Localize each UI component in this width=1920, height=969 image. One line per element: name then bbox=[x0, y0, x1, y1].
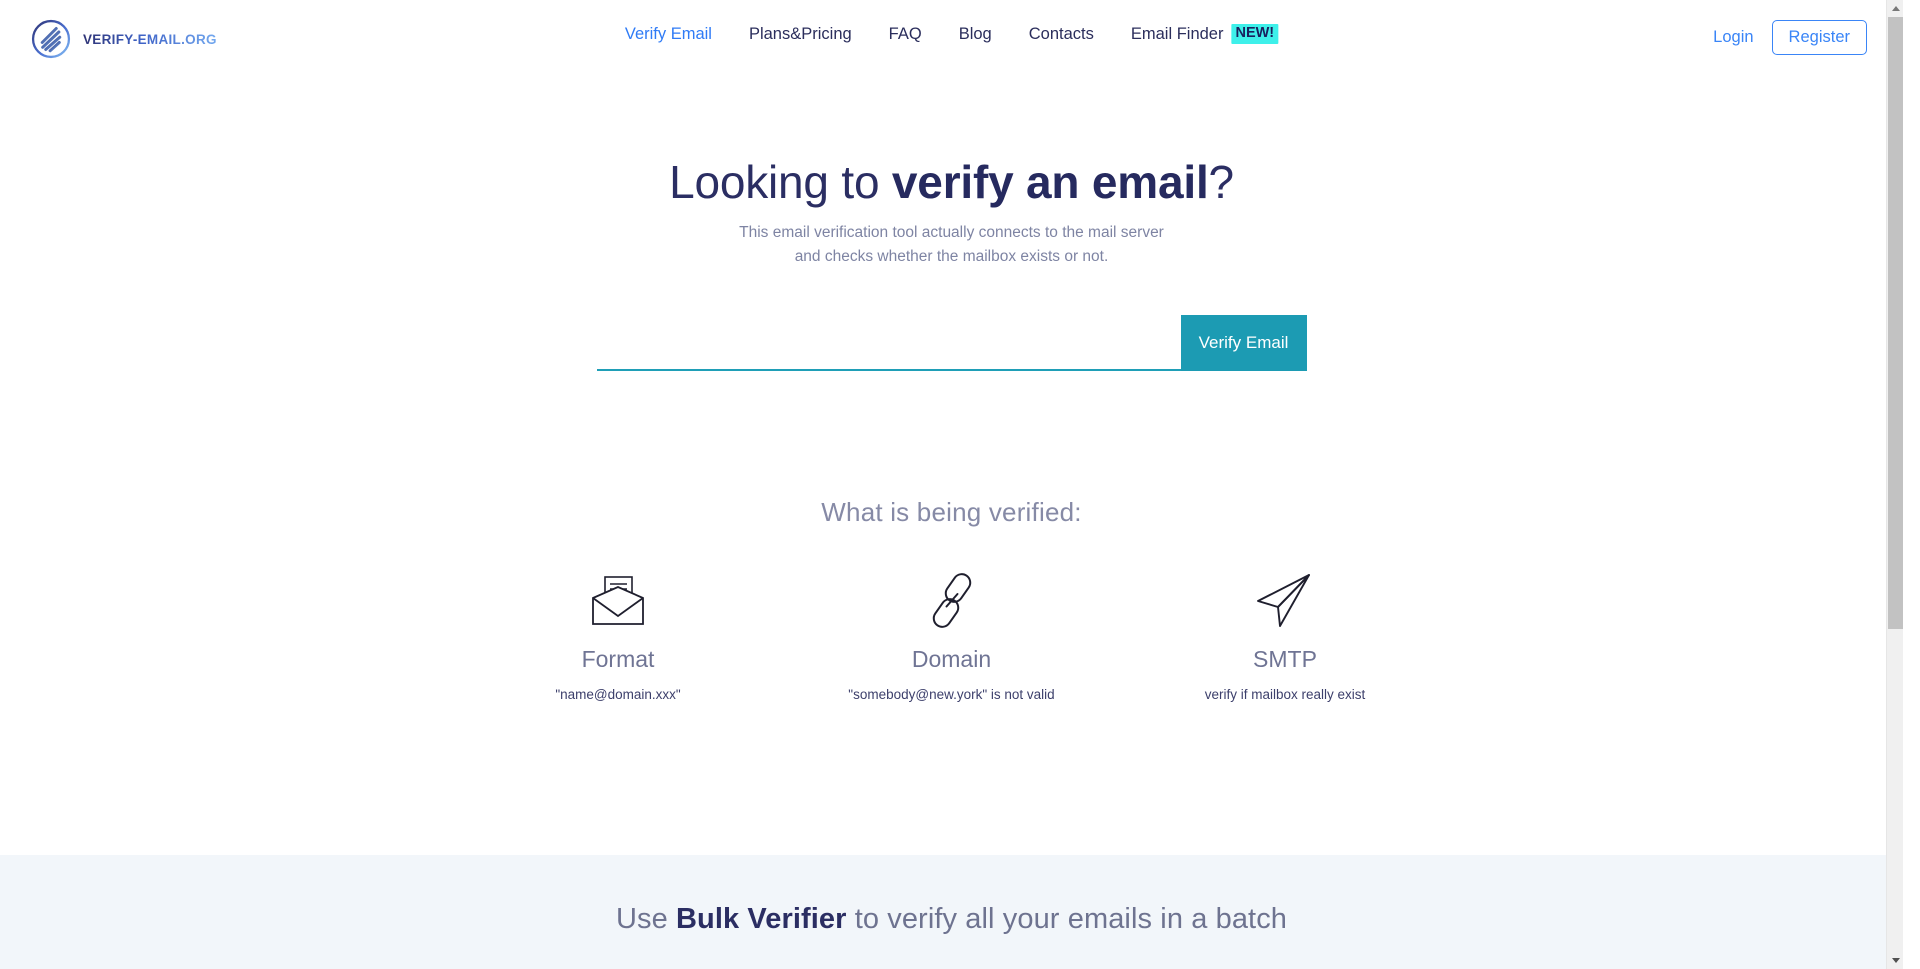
nav-item-email-finder-label: Email Finder bbox=[1130, 25, 1224, 43]
nav-item-email-finder[interactable]: Email Finder NEW! bbox=[1130, 24, 1279, 44]
bulk-verifier-title: Use Bulk Verifier to verify all your ema… bbox=[0, 855, 1903, 936]
hero-subtitle: This email verification tool actually co… bbox=[0, 221, 1903, 269]
chain-link-icon bbox=[785, 568, 1118, 630]
feature-format: Format "name@domain.xxx" bbox=[452, 568, 785, 704]
hero-subtitle-line1: This email verification tool actually co… bbox=[739, 224, 1164, 241]
features-heading: What is being verified: bbox=[821, 497, 1082, 527]
verify-email-button[interactable]: Verify Email bbox=[1180, 315, 1307, 371]
auth-navigation: Login Register bbox=[1713, 20, 1867, 55]
feature-domain-description: "somebody@new.york" is not valid bbox=[848, 687, 1055, 702]
feature-domain: Domain "somebody@new.york" is not valid bbox=[785, 568, 1118, 704]
brand-logo-link[interactable]: VERIFY-EMAIL.ORG bbox=[30, 18, 217, 60]
nav-item-plans-pricing[interactable]: Plans&Pricing bbox=[749, 24, 852, 44]
feature-smtp-description: verify if mailbox really exist bbox=[1204, 687, 1366, 702]
hero-title-part1: Looking to bbox=[669, 156, 892, 208]
scrollbar-down-arrow-icon[interactable] bbox=[1887, 952, 1903, 969]
new-badge: NEW! bbox=[1231, 24, 1279, 44]
bulk-verifier-section: Use Bulk Verifier to verify all your ema… bbox=[0, 855, 1903, 969]
scrollbar-thumb[interactable] bbox=[1888, 17, 1903, 629]
main-navigation: Verify Email Plans&Pricing FAQ Blog Cont… bbox=[625, 24, 1279, 44]
feature-format-description: "name@domain.xxx" bbox=[555, 687, 681, 702]
register-button[interactable]: Register bbox=[1771, 20, 1867, 55]
bulk-title-emphasis: Bulk Verifier bbox=[675, 903, 847, 935]
hero-title-emphasis: verify an email bbox=[891, 156, 1209, 208]
nav-item-blog[interactable]: Blog bbox=[959, 24, 992, 44]
page-root: VERIFY-EMAIL.ORG Verify Email Plans&Pric… bbox=[0, 0, 1903, 969]
scrollbar-up-arrow-icon[interactable] bbox=[1887, 0, 1903, 17]
feature-smtp-title: SMTP bbox=[1253, 646, 1317, 672]
open-envelope-icon bbox=[452, 568, 785, 630]
email-input[interactable] bbox=[596, 315, 1181, 371]
nav-item-contacts[interactable]: Contacts bbox=[1029, 24, 1094, 44]
bulk-title-part2: to verify all your emails in a batch bbox=[846, 903, 1288, 935]
paper-plane-icon bbox=[1119, 568, 1452, 630]
bulk-title-part1: Use bbox=[615, 903, 676, 935]
email-verify-form: Verify Email bbox=[596, 315, 1307, 371]
feature-smtp: SMTP verify if mailbox really exist bbox=[1119, 568, 1452, 704]
hero-subtitle-line2: and checks whether the mailbox exists or… bbox=[794, 248, 1109, 265]
login-link[interactable]: Login bbox=[1713, 28, 1753, 47]
features-list: Format "name@domain.xxx" Domain "somebod… bbox=[452, 568, 1452, 704]
feature-format-title: Format bbox=[581, 646, 655, 672]
hero-title-part2: ? bbox=[1208, 156, 1235, 208]
nav-item-faq[interactable]: FAQ bbox=[889, 24, 922, 44]
nav-item-verify-email[interactable]: Verify Email bbox=[625, 24, 712, 44]
features-section: What is being verified: Format "name@dom… bbox=[0, 497, 1903, 704]
feature-domain-title: Domain bbox=[911, 646, 992, 672]
hero-section: Looking to verify an email? This email v… bbox=[0, 82, 1903, 371]
circular-swoosh-logo-icon bbox=[31, 19, 71, 59]
page-scrollbar[interactable] bbox=[1886, 0, 1903, 969]
site-header: VERIFY-EMAIL.ORG Verify Email Plans&Pric… bbox=[0, 0, 1903, 82]
brand-name: VERIFY-EMAIL.ORG bbox=[83, 31, 217, 47]
page-title: Looking to verify an email? bbox=[0, 155, 1903, 209]
